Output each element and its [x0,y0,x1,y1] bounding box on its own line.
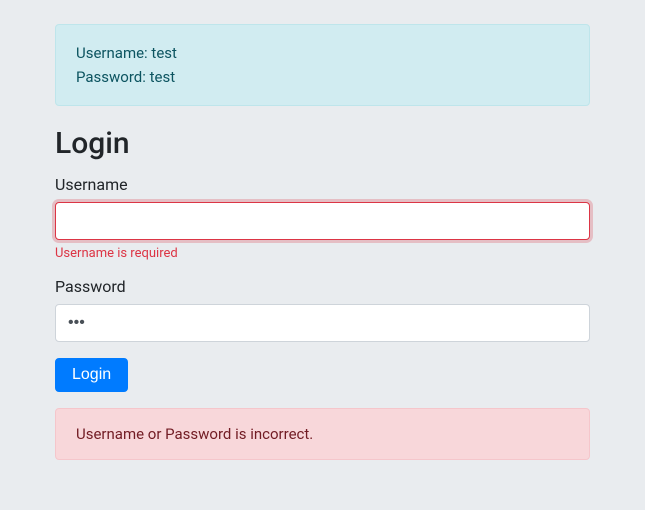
username-group: Username Username is required [55,175,590,261]
error-alert: Username or Password is incorrect. [55,408,590,460]
login-form: Username Username is required Password L… [55,175,590,392]
password-group: Password [55,277,590,342]
page-title: Login [55,126,590,161]
username-error: Username is required [55,246,590,261]
hint-password: Password: test [76,65,569,89]
username-label: Username [55,175,590,194]
login-button[interactable]: Login [55,358,128,392]
password-input[interactable] [55,304,590,342]
hint-username: Username: test [76,41,569,65]
submit-group: Login [55,358,590,392]
password-label: Password [55,277,590,296]
username-input[interactable] [55,202,590,240]
credentials-hint: Username: test Password: test [55,24,590,106]
